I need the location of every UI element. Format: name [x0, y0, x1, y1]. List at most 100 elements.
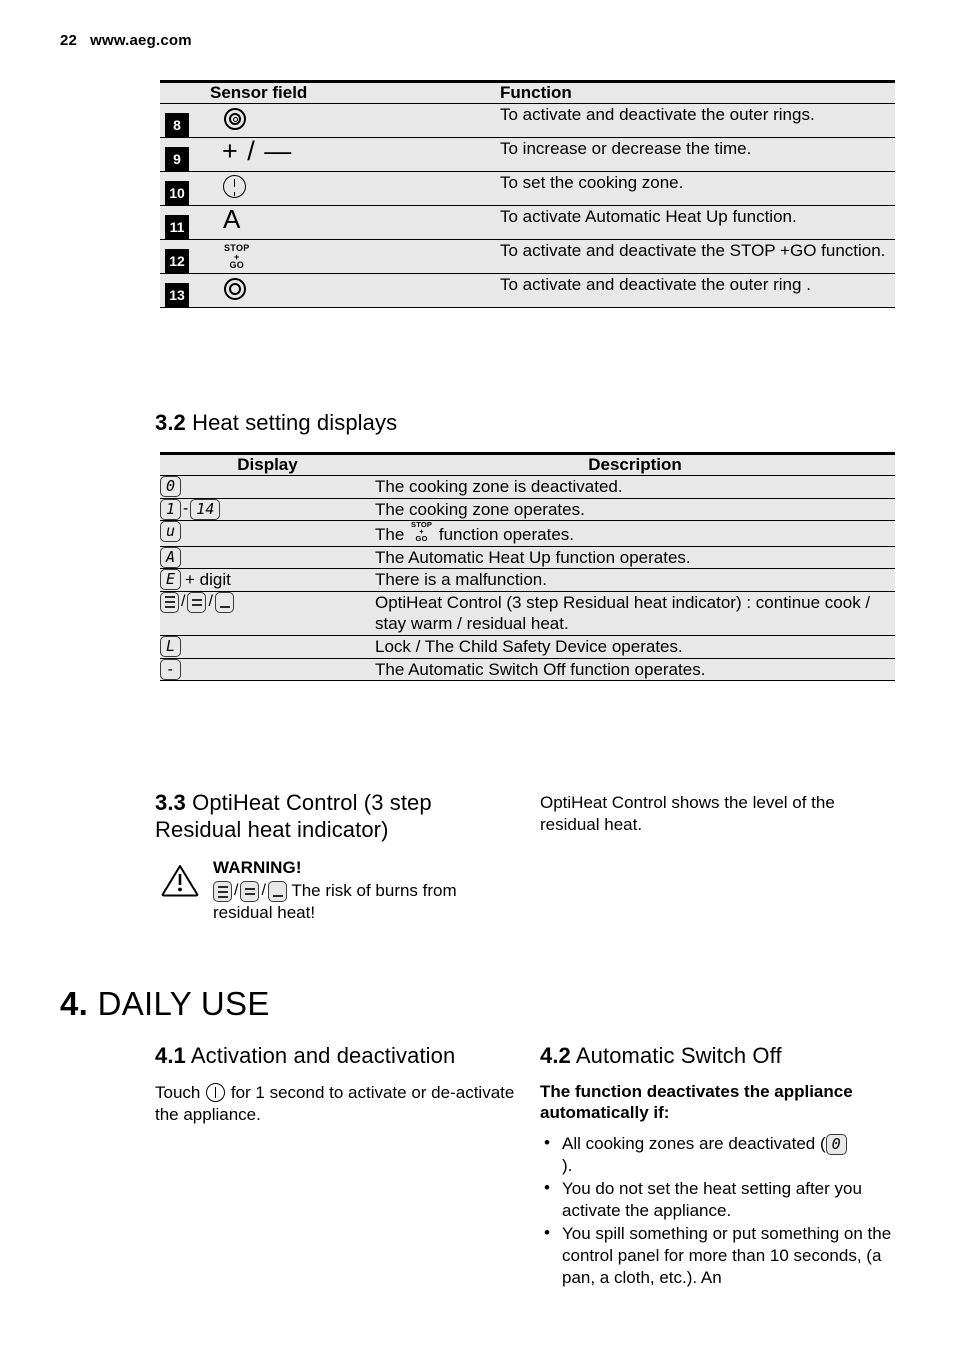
chapter-title: DAILY USE: [97, 985, 270, 1022]
plus-minus-icon: + / —: [222, 136, 293, 166]
table-row: / / OptiHeat Control (3 step Residual hea…: [160, 591, 895, 636]
table-row: 0 The cooking zone is deactivated.: [160, 475, 895, 499]
warning-triangle-icon: [161, 865, 199, 897]
table-header-row: Display Description: [160, 453, 895, 476]
display-chip-0: 0: [160, 476, 181, 497]
section-heading-4-1: 4.1 Activation and deactivation: [155, 1043, 515, 1070]
table-row: u The STOP + GO function operates.: [160, 520, 895, 547]
sensor-symbol-cell: [210, 103, 500, 138]
table-row: 10 To set the cooking zone.: [160, 171, 895, 206]
function-text: To activate and deactivate the outer rin…: [500, 273, 895, 308]
table-row: - The Automatic Switch Off function oper…: [160, 658, 895, 681]
section-title-4-2: Automatic Switch Off: [575, 1043, 782, 1068]
function-text: To activate and deactivate the outer rin…: [500, 103, 895, 138]
display-chip-l: L: [160, 636, 181, 658]
section-number-4-2: 4.2: [540, 1043, 571, 1068]
website-url: www.aeg.com: [90, 32, 192, 49]
list-item: All cooking zones are deactivated (0).: [540, 1132, 900, 1177]
row-number-cell: 12: [160, 239, 210, 274]
stop-go-icon: STOP + GO: [411, 521, 432, 544]
auto-switch-off-lead: The function deactivates the appliance a…: [540, 1081, 853, 1123]
display-chip-u: u: [160, 521, 181, 543]
section-number-4-1: 4.1: [155, 1043, 186, 1068]
description-suffix: function operates.: [438, 525, 575, 545]
display-cell: 0: [160, 475, 375, 499]
plus-digit-label: + digit: [185, 569, 231, 589]
function-text: To activate Automatic Heat Up function.: [500, 205, 895, 240]
list-item: You do not set the heat setting after yo…: [540, 1177, 900, 1221]
section-heading-4-2: 4.2 Automatic Switch Off: [540, 1043, 900, 1070]
power-icon: [206, 1082, 226, 1102]
residual-heat-2-bars-icon: [240, 881, 260, 903]
heat-setting-displays-table: Display Description 0 The cooking zone i…: [160, 452, 895, 682]
col-header-sensor-field: Sensor field: [210, 81, 500, 104]
display-cell: 1-14: [160, 498, 375, 521]
clock-icon: [223, 175, 246, 198]
bullet-text-1-tail: ).: [562, 1155, 573, 1175]
badge-10: 10: [165, 181, 189, 205]
description-text: The cooking zone is deactivated.: [375, 475, 895, 499]
table-row: 13 To activate and deactivate the outer …: [160, 273, 895, 308]
section-heading-3-3: 3.3 OptiHeat Control (3 step Residual he…: [155, 790, 505, 844]
slash-separator: /: [261, 882, 266, 900]
table-row: 11 A To activate Automatic Heat Up funct…: [160, 204, 895, 240]
section-number-3-3: 3.3: [155, 790, 186, 815]
sensor-field-table: Sensor field Function 8 To activate and …: [160, 80, 895, 308]
display-cell: A: [160, 546, 375, 569]
sensor-symbol-cell: + / —: [210, 136, 500, 172]
table-row: 1-14 The cooking zone operates.: [160, 498, 895, 521]
warning-title: WARNING!: [213, 858, 302, 877]
display-cell: E + digit: [160, 568, 375, 592]
display-chip-14: 14: [190, 498, 221, 520]
page-header: 22 www.aeg.com: [60, 32, 192, 49]
residual-heat-1-bar-icon: [214, 591, 234, 613]
sensor-symbol-cell: A: [210, 204, 500, 240]
row-number-cell: 9: [160, 137, 210, 172]
badge-8: 8: [165, 113, 189, 137]
display-chip-0: 0: [825, 1133, 847, 1155]
chapter-number: 4.: [60, 985, 89, 1022]
range-separator: -: [183, 500, 189, 518]
residual-heat-2-bars-icon: [187, 591, 207, 613]
function-text: To activate and deactivate the STOP +GO …: [500, 239, 895, 274]
residual-heat-3-bars-icon: [160, 591, 179, 613]
sensor-symbol-cell: STOP + GO: [210, 239, 500, 274]
badge-9: 9: [165, 147, 189, 171]
bullet-text-1: All cooking zones are deactivated (: [562, 1133, 826, 1153]
row-number-cell: 8: [160, 103, 210, 138]
letter-a-icon: A: [223, 204, 241, 234]
display-chip-a: A: [160, 546, 181, 568]
triple-ring-icon: [224, 108, 246, 130]
display-cell: -: [160, 658, 375, 681]
section-title-3-2: Heat setting displays: [192, 410, 398, 435]
badge-11: 11: [165, 215, 189, 239]
display-chip-dash: -: [160, 658, 181, 680]
table-row: E + digit There is a malfunction.: [160, 568, 895, 592]
section-number-3-2: 3.2: [155, 410, 186, 435]
column-left: 4.1 Activation and deactivation Touch fo…: [155, 1043, 515, 1125]
display-cell: u: [160, 520, 375, 547]
sensor-symbol-cell: [210, 171, 500, 206]
col-header-function: Function: [500, 81, 895, 104]
table-row: 9 + / — To increase or decrease the time…: [160, 136, 895, 172]
warning-body: WARNING! / / The risk of burns from resid…: [213, 858, 515, 923]
list-item: You spill something or put something on …: [540, 1222, 900, 1288]
table-row: 12 STOP + GO To activate and deactivate …: [160, 239, 895, 274]
col-header-description: Description: [375, 453, 895, 476]
table-row: L Lock / The Child Safety Device operate…: [160, 635, 895, 659]
activation-paragraph: Touch for 1 second to activate or de-act…: [155, 1082, 515, 1126]
badge-13: 13: [165, 283, 189, 307]
section-title-4-1: Activation and deactivation: [190, 1043, 456, 1068]
table-row: 8 To activate and deactivate the outer r…: [160, 103, 895, 138]
slash-separator: /: [234, 882, 239, 900]
stop-go-icon: STOP + GO: [224, 244, 250, 270]
col-header-blank: [160, 81, 210, 104]
badge-12: 12: [165, 249, 189, 273]
slash-separator: /: [208, 593, 213, 611]
warning-block: WARNING! / / The risk of burns from resid…: [155, 858, 515, 923]
description-text: The STOP + GO function operates.: [375, 520, 895, 547]
stop-go-line3: GO: [415, 534, 428, 544]
document-page: 22 www.aeg.com Sensor field Function 8 T…: [0, 0, 954, 1352]
warning-text: / / The risk of burns from residual heat!: [213, 880, 515, 923]
section-title-3-3: OptiHeat Control (3 step Residual heat i…: [155, 790, 432, 842]
